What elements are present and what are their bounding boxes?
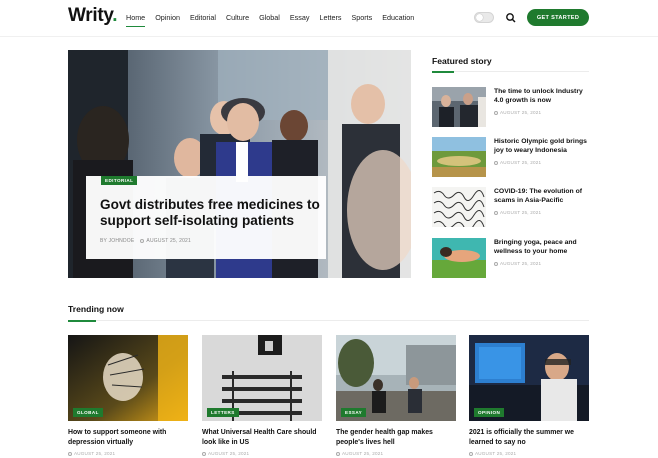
trending-heading: Trending now <box>68 304 124 314</box>
clock-icon <box>494 160 498 165</box>
featured-item[interactable]: Bringing yoga, peace and wellness to you… <box>432 238 589 278</box>
trending-date: AUGUST 25, 2021 <box>202 451 249 456</box>
nav-item-opinion[interactable]: Opinion <box>155 13 180 22</box>
featured-divider <box>432 71 589 73</box>
nav-item-letters[interactable]: Letters <box>319 13 341 22</box>
clock-icon <box>494 110 498 115</box>
hero-title[interactable]: Govt distributes free medicines to suppo… <box>100 197 320 229</box>
featured-date: AUGUST 25, 2021 <box>494 210 541 215</box>
featured-thumb[interactable] <box>432 238 486 278</box>
nav-item-home[interactable]: Home <box>126 13 146 27</box>
clock-icon <box>494 261 498 266</box>
nav-item-culture[interactable]: Culture <box>226 13 249 22</box>
featured-item[interactable]: Historic Olympic gold brings joy to wear… <box>432 137 589 177</box>
featured-thumb[interactable] <box>432 187 486 227</box>
trending-date: AUGUST 25, 2021 <box>68 451 115 456</box>
trending-category-badge[interactable]: LETTERS <box>207 408 239 417</box>
site-header: Writy. Home Opinion Editorial Culture Gl… <box>0 0 658 36</box>
nav-item-education[interactable]: Education <box>382 13 414 22</box>
trending-title[interactable]: The gender health gap makes people's liv… <box>336 428 461 447</box>
hero-meta: BY JOHNDOE AUGUST 25, 2021 <box>100 238 191 244</box>
trending-date: AUGUST 25, 2021 <box>469 451 516 456</box>
trending-category-badge[interactable]: GLOBAL <box>73 408 103 417</box>
hero-date: AUGUST 25, 2021 <box>146 238 192 244</box>
trending-divider <box>68 320 589 322</box>
featured-title[interactable]: The time to unlock Industry 4.0 growth i… <box>494 87 590 106</box>
main-nav: Home Opinion Editorial Culture Global Es… <box>126 13 424 27</box>
hero-author[interactable]: BY JOHNDOE <box>100 238 134 244</box>
trending-date: AUGUST 25, 2021 <box>336 451 383 456</box>
trending-category-badge[interactable]: OPINION <box>474 408 505 417</box>
clock-icon <box>68 451 72 456</box>
clock-icon <box>336 451 340 456</box>
trending-category-badge[interactable]: ESSAY <box>341 408 367 417</box>
nav-item-sports[interactable]: Sports <box>351 13 372 22</box>
clock-icon <box>469 451 473 456</box>
featured-date: AUGUST 25, 2021 <box>494 110 541 115</box>
featured-title[interactable]: Bringing yoga, peace and wellness to you… <box>494 238 590 257</box>
toggle-knob-icon <box>476 14 483 21</box>
clock-icon <box>140 238 145 243</box>
search-icon[interactable] <box>505 12 517 24</box>
nav-item-essay[interactable]: Essay <box>290 13 310 22</box>
featured-heading: Featured story <box>432 56 492 66</box>
featured-date: AUGUST 25, 2021 <box>494 261 541 266</box>
site-logo[interactable]: Writy. <box>68 5 118 27</box>
featured-title[interactable]: Historic Olympic gold brings joy to wear… <box>494 137 590 156</box>
trending-title[interactable]: 2021 is officially the summer we learned… <box>469 428 594 447</box>
get-started-button[interactable]: GET STARTED <box>527 9 589 26</box>
nav-item-editorial[interactable]: Editorial <box>190 13 216 22</box>
trending-title[interactable]: How to support someone with depression v… <box>68 428 193 447</box>
featured-thumb[interactable] <box>432 87 486 127</box>
header-divider <box>0 36 658 37</box>
featured-thumb[interactable] <box>432 137 486 177</box>
featured-title[interactable]: COVID-19: The evolution of scams in Asia… <box>494 187 590 206</box>
nav-item-global[interactable]: Global <box>259 13 280 22</box>
featured-item[interactable]: The time to unlock Industry 4.0 growth i… <box>432 87 589 127</box>
clock-icon <box>494 210 498 215</box>
trending-title[interactable]: What Universal Health Care should look l… <box>202 428 327 447</box>
featured-date: AUGUST 25, 2021 <box>494 160 541 165</box>
featured-item[interactable]: COVID-19: The evolution of scams in Asia… <box>432 187 589 227</box>
clock-icon <box>202 451 206 456</box>
theme-toggle[interactable] <box>474 12 494 23</box>
hero-category-badge[interactable]: EDITORIAL <box>101 176 138 185</box>
